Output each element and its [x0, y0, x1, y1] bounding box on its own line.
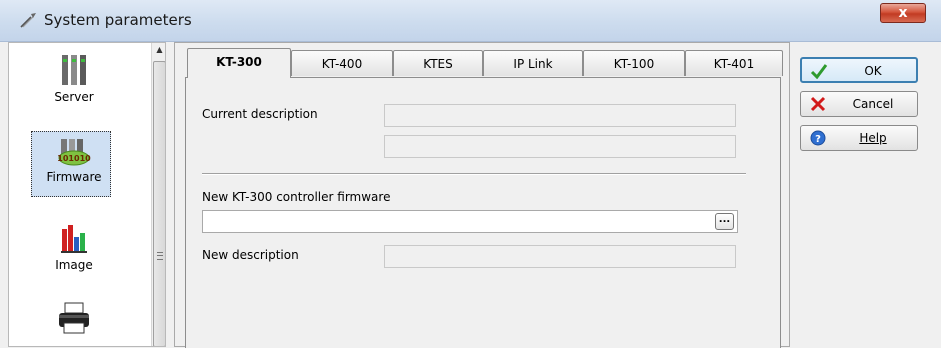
server-icon — [62, 55, 86, 85]
cancel-button[interactable]: Cancel — [800, 91, 918, 117]
help-button[interactable]: ? Help — [800, 125, 918, 151]
new-firmware-label: New KT-300 controller firmware — [202, 190, 391, 204]
separator — [202, 173, 746, 175]
nav-item-printer[interactable] — [9, 301, 139, 338]
ok-button[interactable]: OK — [800, 57, 918, 83]
tabs-panel: KT-300 KT-400 KTES IP Link KT-100 KT-401… — [174, 42, 790, 348]
new-description-label: New description — [202, 248, 299, 262]
nav-item-label: Firmware — [46, 170, 102, 184]
current-description-field — [384, 104, 736, 127]
new-firmware-path-input[interactable] — [202, 210, 738, 233]
nav-item-server[interactable]: Server — [9, 53, 139, 104]
nav-item-firmware[interactable]: 101010 Firmware — [9, 131, 139, 197]
x-icon — [810, 96, 826, 112]
printer-icon — [59, 302, 89, 334]
scroll-thumb[interactable] — [153, 61, 165, 346]
close-button[interactable]: x — [880, 3, 926, 23]
close-icon: x — [898, 5, 908, 21]
grip-icon — [157, 252, 163, 260]
current-description-field-2 — [384, 135, 736, 158]
window-title: System parameters — [44, 11, 192, 29]
browse-button[interactable]: ... — [715, 213, 734, 230]
nav-item-image[interactable]: Image — [9, 221, 139, 272]
tab-kt-100[interactable]: KT-100 — [583, 50, 685, 76]
scroll-up-icon[interactable]: ▲ — [152, 45, 165, 59]
tab-kt-400[interactable]: KT-400 — [291, 50, 393, 76]
image-icon — [61, 225, 87, 253]
tab-kt-300[interactable]: KT-300 — [187, 48, 291, 78]
title-bar: System parameters x — [0, 0, 941, 42]
firmware-icon: 101010 — [57, 139, 91, 166]
wrench-icon — [20, 13, 36, 28]
help-icon: ? — [810, 130, 826, 146]
checkmark-icon — [810, 64, 828, 79]
tab-page-kt-300: Current description New KT-300 controlle… — [185, 77, 781, 348]
nav-scrollbar[interactable]: ▲ — [151, 43, 165, 346]
current-description-label: Current description — [202, 107, 318, 121]
svg-text:101010: 101010 — [57, 154, 91, 163]
category-list[interactable]: Server 101010 Firmware Image ▲ — [8, 42, 166, 347]
tab-kt-401[interactable]: KT-401 — [685, 50, 783, 76]
nav-item-label: Image — [55, 258, 93, 272]
tab-ktes[interactable]: KTES — [393, 50, 483, 76]
new-description-field[interactable] — [384, 245, 736, 268]
svg-text:?: ? — [815, 134, 821, 145]
nav-item-label: Server — [54, 90, 94, 104]
tab-ip-link[interactable]: IP Link — [483, 50, 583, 76]
